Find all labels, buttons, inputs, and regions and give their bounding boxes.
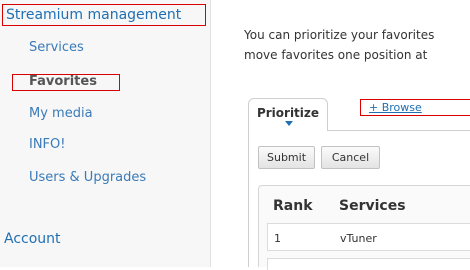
sidebar-item-my-media[interactable]: My media	[29, 106, 93, 121]
submit-button[interactable]: Submit	[258, 146, 315, 169]
favorites-table: Rank Services 1 vTuner	[258, 185, 470, 270]
tab-divider	[328, 130, 470, 131]
table-row[interactable]: 1 vTuner	[267, 223, 470, 251]
caret-down-icon	[285, 121, 293, 126]
tab-browse[interactable]: + Browse	[360, 99, 470, 116]
main-content: You can prioritize your favorites move f…	[210, 0, 470, 270]
sidebar-item-favorites[interactable]: Favorites	[29, 74, 97, 89]
tab-prioritize-label: Prioritize	[256, 106, 320, 120]
rank-cell: 1	[274, 232, 281, 245]
tab-panel-border	[248, 130, 249, 267]
sidebar-item-info[interactable]: INFO!	[29, 137, 65, 152]
sidebar-heading[interactable]: Streamium management	[2, 4, 206, 26]
table-row[interactable]	[267, 258, 470, 270]
sidebar: Streamium management Services Favorites …	[0, 0, 210, 267]
sidebar-item-account[interactable]: Account	[4, 231, 61, 247]
column-header-services: Services	[339, 198, 406, 214]
cancel-button[interactable]: Cancel	[321, 146, 380, 169]
description-line-1: You can prioritize your favorites	[244, 28, 435, 42]
column-header-rank: Rank	[273, 198, 313, 214]
sidebar-item-services[interactable]: Services	[29, 40, 84, 55]
sidebar-item-users-upgrades[interactable]: Users & Upgrades	[29, 170, 146, 185]
tab-prioritize[interactable]: Prioritize	[248, 98, 328, 131]
description-line-2: move favorites one position at	[244, 48, 428, 62]
service-cell: vTuner	[340, 232, 377, 245]
